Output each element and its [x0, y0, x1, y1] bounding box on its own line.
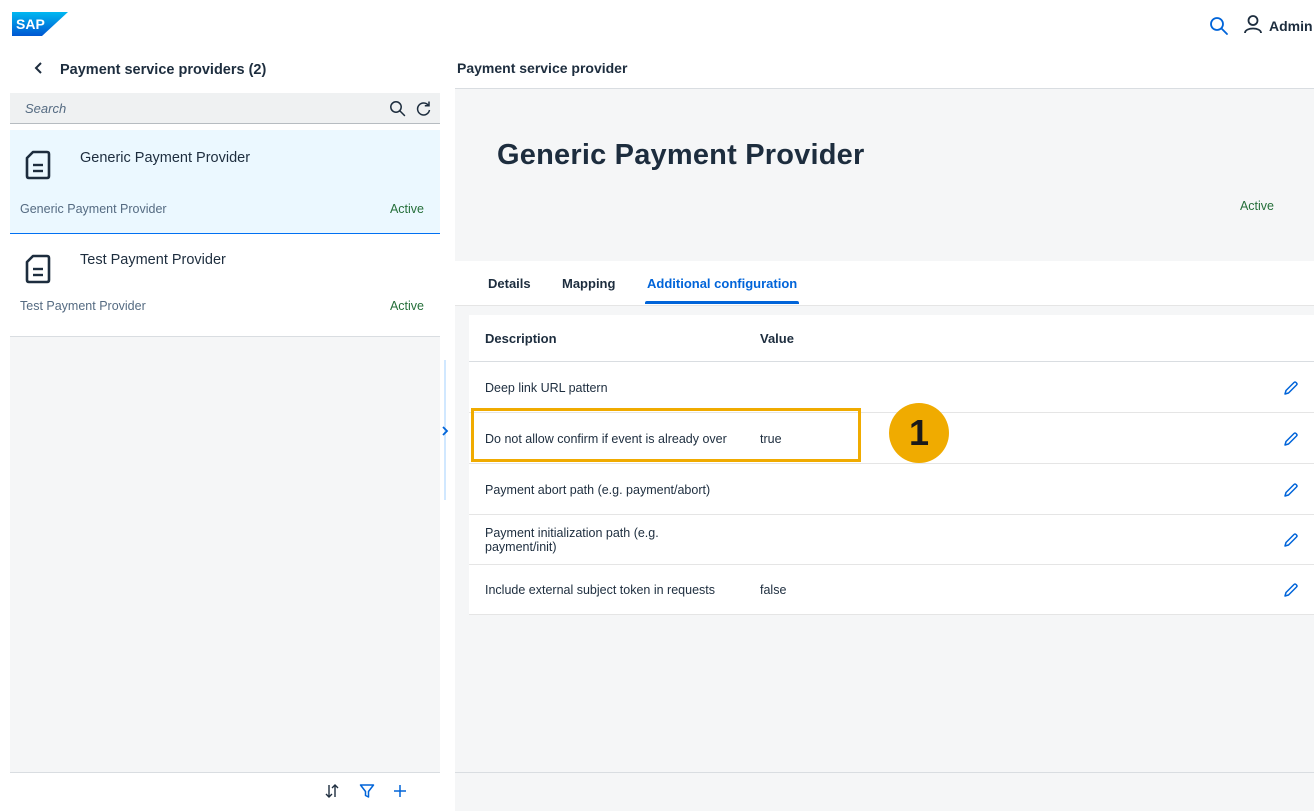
list-item-test-payment-provider[interactable]: Test Payment Provider Test Payment Provi…: [10, 234, 440, 337]
row-value: true: [760, 431, 782, 446]
status-badge: Active: [389, 202, 424, 216]
row-description: Payment abort path (e.g. payment/abort): [485, 482, 711, 497]
chevron-right-icon: [442, 426, 449, 436]
edit-icon: [1284, 431, 1298, 446]
search-field: [10, 93, 440, 124]
table-row: Deep link URL pattern: [469, 363, 1314, 413]
search-button[interactable]: [384, 95, 410, 121]
tab-additional-configuration[interactable]: Additional configuration: [645, 261, 800, 306]
table-header: Description Value: [469, 315, 1314, 362]
filter-button[interactable]: [355, 777, 379, 805]
list-item-subtitle: Generic Payment Provider: [20, 202, 167, 216]
provider-list: Generic Payment Provider Generic Payment…: [10, 130, 440, 772]
search-input[interactable]: [10, 93, 384, 123]
edit-icon: [1284, 482, 1298, 497]
edit-button[interactable]: [1280, 428, 1302, 450]
master-footer-toolbar: [10, 772, 440, 811]
document-icon: [25, 150, 51, 180]
sap-logo-text: SAP: [16, 16, 45, 32]
detail-panel: Payment service provider Generic Payment…: [455, 50, 1314, 811]
table-row: Include external subject token in reques…: [469, 565, 1314, 615]
row-description: Do not allow confirm if event is already…: [485, 431, 727, 446]
edit-button[interactable]: [1280, 579, 1302, 601]
sort-icon: [325, 784, 339, 798]
back-button[interactable]: [24, 55, 54, 85]
callout-badge: 1: [889, 403, 949, 463]
filter-icon: [359, 784, 375, 798]
master-title: Payment service providers (2): [60, 62, 267, 78]
refresh-icon: [416, 101, 430, 116]
document-icon: [25, 254, 51, 284]
user-icon: [1243, 14, 1263, 39]
edit-button[interactable]: [1280, 479, 1302, 501]
shell-bar: SAP Admin: [0, 0, 1314, 50]
detail-topbar: Payment service provider: [455, 50, 1314, 89]
object-header: Generic Payment Provider Active: [455, 89, 1314, 261]
page-title: Generic Payment Provider: [497, 139, 865, 171]
shell-search-icon[interactable]: [1209, 16, 1229, 36]
configuration-table: Description Value Deep link URL pattern …: [469, 315, 1314, 615]
table-row: Payment abort path (e.g. payment/abort): [469, 465, 1314, 515]
expand-splitter-button[interactable]: [438, 420, 452, 442]
master-header: Payment service providers (2): [10, 50, 440, 90]
breadcrumb: Payment service provider: [457, 60, 628, 76]
add-button[interactable]: [388, 777, 412, 805]
edit-button[interactable]: [1280, 377, 1302, 399]
tab-details[interactable]: Details: [486, 261, 533, 306]
edit-icon: [1284, 582, 1298, 597]
back-icon: [34, 61, 44, 80]
list-item-title: Test Payment Provider: [80, 252, 226, 268]
column-header-value: Value: [760, 331, 794, 346]
detail-footer-divider: [455, 772, 1314, 773]
tab-bar: Details Mapping Additional configuration: [455, 261, 1314, 306]
row-description: Include external subject token in reques…: [485, 582, 715, 597]
row-value: false: [760, 582, 787, 597]
sort-button[interactable]: [320, 777, 344, 805]
search-icon: [389, 100, 405, 116]
user-menu[interactable]: Admin: [1243, 14, 1313, 38]
edit-icon: [1284, 532, 1298, 547]
tab-mapping[interactable]: Mapping: [560, 261, 617, 306]
row-description: Payment initialization path (e.g. paymen…: [485, 525, 659, 554]
row-description: Deep link URL pattern: [485, 380, 608, 395]
list-item-title: Generic Payment Provider: [80, 150, 251, 166]
status-badge: Active: [1239, 199, 1274, 213]
column-header-description: Description: [485, 331, 557, 346]
edit-button[interactable]: [1280, 529, 1302, 551]
refresh-button[interactable]: [410, 95, 436, 121]
status-badge: Active: [389, 299, 424, 313]
list-item-subtitle: Test Payment Provider: [20, 299, 146, 313]
user-name: Admin: [1269, 18, 1313, 34]
master-list-panel: Payment service providers (2) Generic Pa…: [10, 50, 440, 811]
table-row: Payment initialization path (e.g. paymen…: [469, 515, 1314, 565]
add-icon: [394, 785, 406, 797]
list-item-generic-payment-provider[interactable]: Generic Payment Provider Generic Payment…: [10, 130, 440, 234]
sap-logo[interactable]: SAP: [12, 12, 68, 36]
edit-icon: [1284, 380, 1298, 395]
